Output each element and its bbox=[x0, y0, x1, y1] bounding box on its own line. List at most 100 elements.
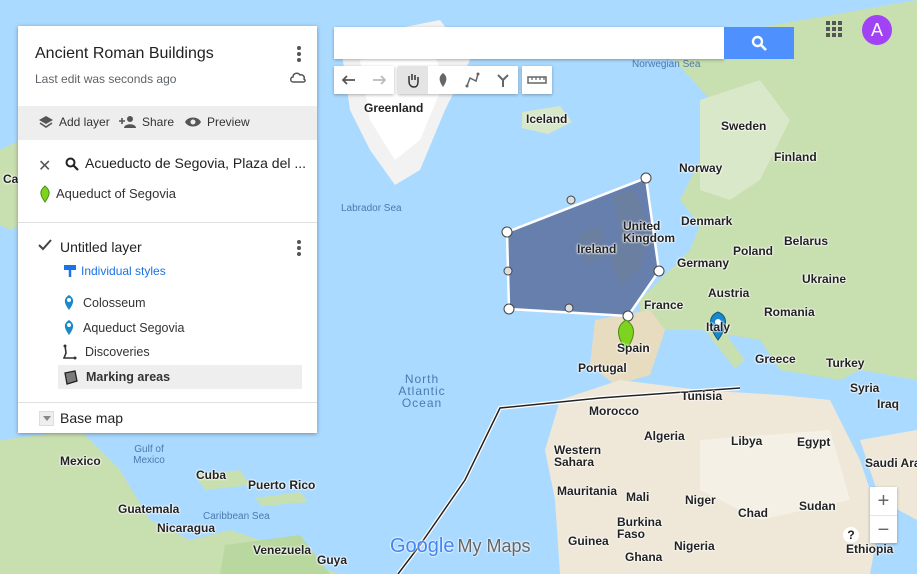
layer-name[interactable]: Untitled layer bbox=[60, 239, 142, 255]
base-map-section[interactable]: Base map bbox=[18, 406, 317, 433]
map-label: Germany bbox=[677, 256, 730, 270]
add-marker-icon[interactable] bbox=[428, 66, 458, 94]
layer-item-marking-areas[interactable]: Marking areas bbox=[58, 365, 302, 389]
layer-section: Untitled layer Individual styles Colosse… bbox=[18, 226, 317, 403]
map-label: Greenland bbox=[364, 101, 424, 115]
zoom-in-button[interactable]: + bbox=[870, 487, 897, 516]
map-label: Guatemala bbox=[118, 502, 180, 516]
map-label: Ghana bbox=[625, 550, 663, 564]
eye-icon bbox=[185, 117, 201, 127]
share-button[interactable]: Share bbox=[119, 115, 174, 129]
search-result-item[interactable]: Aqueduct of Segovia bbox=[56, 186, 176, 201]
map-label: Sweden bbox=[721, 119, 767, 133]
search-icon bbox=[751, 35, 767, 51]
map-label: Morocco bbox=[589, 404, 640, 418]
map-label: Chad bbox=[738, 506, 768, 520]
map-label: Venezuela bbox=[253, 543, 312, 557]
polygon-icon bbox=[64, 369, 78, 385]
map-tools bbox=[334, 66, 552, 94]
more-options-icon[interactable] bbox=[293, 44, 305, 64]
search-query-text[interactable]: Acueducto de Segovia, Plaza del ... bbox=[85, 155, 306, 171]
map-label: Ethiopia bbox=[846, 542, 894, 556]
map-label: Labrador Sea bbox=[341, 203, 402, 214]
map-label: Mali bbox=[626, 490, 650, 504]
map-label: Greece bbox=[755, 352, 796, 366]
add-person-icon bbox=[119, 116, 136, 128]
layer-checkbox[interactable] bbox=[38, 238, 52, 256]
google-my-maps-logo: Google My Maps bbox=[390, 535, 531, 558]
map-label: Denmark bbox=[681, 214, 733, 228]
panel-toolbar: Add layer Share Preview bbox=[18, 106, 317, 140]
share-label: Share bbox=[142, 115, 175, 129]
map-label: Nicaragua bbox=[157, 521, 216, 535]
layer-item-label: Aqueduct Segovia bbox=[83, 320, 185, 335]
map-legend-panel: Ancient Roman Buildings Last edit was se… bbox=[18, 26, 317, 433]
apps-grid-icon[interactable] bbox=[826, 21, 842, 42]
layer-item-discoveries[interactable]: Discoveries bbox=[63, 344, 150, 360]
map-label: Guinea bbox=[568, 534, 609, 548]
layers-icon bbox=[39, 116, 53, 128]
individual-styles-label: Individual styles bbox=[81, 264, 166, 278]
map-label: Syria bbox=[850, 381, 880, 395]
map-label: Poland bbox=[733, 244, 774, 258]
map-label: Ireland bbox=[577, 242, 617, 256]
map-search-input[interactable] bbox=[334, 27, 724, 59]
map-label: Caribbean Sea bbox=[203, 511, 270, 522]
undo-icon[interactable] bbox=[334, 66, 364, 94]
layer-item-label: Discoveries bbox=[85, 345, 150, 359]
preview-label: Preview bbox=[207, 115, 250, 129]
layer-item-label: Marking areas bbox=[86, 370, 171, 384]
map-label: Libya bbox=[731, 434, 763, 448]
redo-icon[interactable] bbox=[364, 66, 394, 94]
map-label: Mexico bbox=[60, 454, 101, 468]
map-label: Nigeria bbox=[674, 539, 715, 553]
help-button[interactable]: ? bbox=[843, 527, 859, 543]
layer-options-icon[interactable] bbox=[295, 239, 303, 262]
add-layer-button[interactable]: Add layer bbox=[38, 115, 110, 129]
chevron-down-icon bbox=[39, 411, 54, 426]
blue-pin-icon bbox=[64, 320, 74, 335]
map-label: Norwegian Sea bbox=[632, 59, 701, 70]
layer-item-aqueduct-segovia[interactable]: Aqueduct Segovia bbox=[63, 319, 184, 336]
line-path-icon bbox=[63, 344, 77, 360]
map-label: Ukraine bbox=[802, 272, 847, 286]
map-label: Tunisia bbox=[681, 389, 723, 403]
google-wordmark: Google bbox=[390, 535, 455, 557]
map-label: Italy bbox=[706, 320, 731, 334]
individual-styles-link[interactable]: Individual styles bbox=[63, 264, 166, 278]
map-label: Austria bbox=[708, 286, 750, 300]
map-label: Finland bbox=[774, 150, 817, 164]
directions-icon[interactable] bbox=[488, 66, 518, 94]
base-map-label: Base map bbox=[60, 410, 124, 426]
map-label: Turkey bbox=[826, 356, 865, 370]
map-label: Algeria bbox=[644, 429, 685, 443]
map-label: Iraq bbox=[877, 397, 900, 411]
map-label: Iceland bbox=[526, 112, 568, 126]
add-layer-label: Add layer bbox=[59, 115, 110, 129]
map-label: Guya bbox=[317, 553, 348, 567]
layer-item-label: Colosseum bbox=[83, 295, 146, 310]
map-label: Burkina Faso bbox=[617, 515, 662, 541]
search-result-section: ✕ Acueducto de Segovia, Plaza del ... Aq… bbox=[18, 150, 317, 223]
close-icon[interactable]: ✕ bbox=[38, 156, 51, 176]
ruler-icon[interactable] bbox=[522, 66, 552, 94]
map-title[interactable]: Ancient Roman Buildings bbox=[35, 45, 214, 63]
green-pin-icon bbox=[39, 185, 51, 208]
map-label: Spain bbox=[617, 341, 650, 355]
draw-line-icon[interactable] bbox=[458, 66, 488, 94]
paint-roller-icon bbox=[64, 265, 76, 277]
last-edit-status: Last edit was seconds ago bbox=[35, 72, 177, 86]
preview-button[interactable]: Preview bbox=[184, 115, 250, 129]
cloud-saved-icon bbox=[289, 70, 307, 89]
layer-item-colosseum[interactable]: Colosseum bbox=[63, 294, 146, 311]
search-button[interactable] bbox=[724, 27, 794, 59]
map-label: Saudi Ara bbox=[865, 456, 917, 470]
avatar[interactable]: A bbox=[862, 15, 892, 45]
zoom-out-button[interactable]: − bbox=[870, 516, 897, 544]
search-icon bbox=[65, 157, 79, 176]
map-label: Romania bbox=[764, 305, 815, 319]
my-maps-wordmark: My Maps bbox=[457, 536, 531, 556]
hand-icon[interactable] bbox=[398, 66, 428, 94]
map-label: Belarus bbox=[784, 234, 829, 248]
map-label: Norway bbox=[679, 161, 723, 175]
